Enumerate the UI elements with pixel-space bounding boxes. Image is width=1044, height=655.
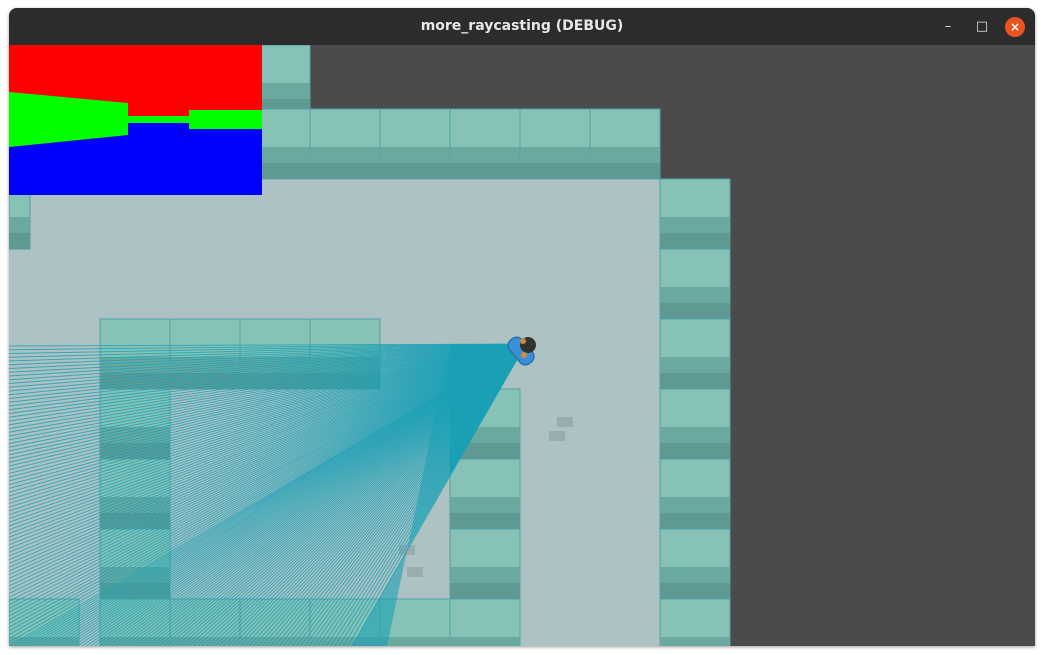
app-window: more_raycasting (DEBUG) – □ ×	[9, 8, 1035, 646]
minimize-button[interactable]: –	[937, 16, 959, 38]
wall-face	[590, 147, 660, 163]
wall-shadow	[590, 163, 660, 179]
maximize-button[interactable]: □	[971, 16, 993, 38]
floor-pebble	[557, 417, 573, 427]
wall-face	[660, 427, 730, 443]
wall-face	[310, 147, 380, 163]
wall-face	[660, 287, 730, 303]
wall-face	[660, 217, 730, 233]
wall-shadow	[660, 443, 730, 459]
wall-face	[450, 637, 520, 646]
wall-face	[660, 497, 730, 513]
title-bar[interactable]: more_raycasting (DEBUG) – □ ×	[9, 8, 1035, 45]
wall-shadow	[660, 583, 730, 599]
wall-face	[450, 147, 520, 163]
wall-shadow	[310, 163, 380, 179]
wall-face	[520, 147, 590, 163]
minimap-view	[9, 45, 262, 195]
wall-face	[380, 637, 450, 646]
wall-face	[9, 217, 30, 233]
wall-face	[100, 427, 170, 443]
wall-shadow	[660, 373, 730, 389]
game-canvas[interactable]	[9, 45, 1035, 646]
wall-face	[660, 357, 730, 373]
driver-arm-icon	[520, 338, 526, 344]
wall-shadow	[450, 163, 520, 179]
wall-shadow	[380, 163, 450, 179]
wall-face	[660, 567, 730, 583]
wall-face	[660, 637, 730, 646]
wall-shadow	[660, 303, 730, 319]
wall-face	[450, 567, 520, 583]
wall-face	[380, 147, 450, 163]
wall-shadow	[520, 163, 590, 179]
wall-face	[450, 497, 520, 513]
wall-shadow	[660, 233, 730, 249]
driver-arm-icon	[521, 352, 527, 358]
close-button[interactable]: ×	[1005, 17, 1025, 37]
window-title: more_raycasting (DEBUG)	[420, 18, 624, 34]
floor-pebble	[407, 567, 423, 577]
wall-shadow	[450, 583, 520, 599]
floor-pebble	[549, 431, 565, 441]
wall-shadow	[9, 233, 30, 249]
wall-shadow	[450, 513, 520, 529]
wall-shadow	[660, 513, 730, 529]
